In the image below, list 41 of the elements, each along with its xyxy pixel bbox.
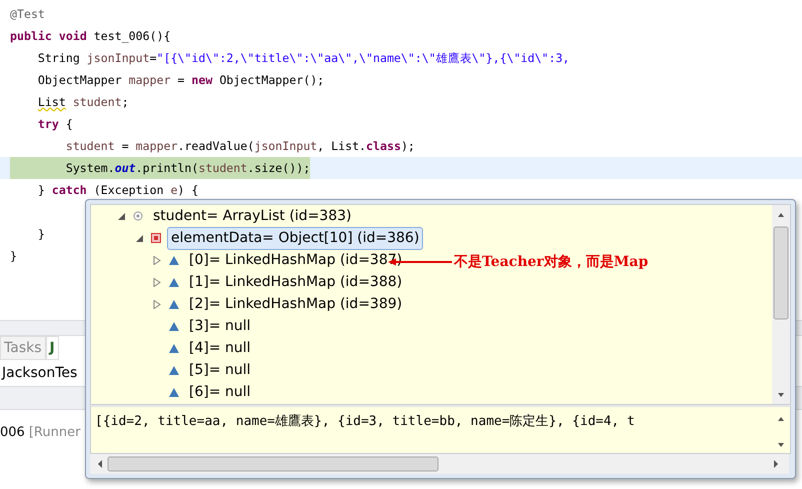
test-name: JacksonTes xyxy=(0,364,78,382)
triangle-icon xyxy=(169,322,179,330)
detail-text: [{id=2, title=aa, name=雄鷹表}, {id=3, title=bb, name=陈定生}, {id=4, t xyxy=(94,413,636,431)
code-line: } catch (Exception e) { xyxy=(36,182,198,199)
code-line: @Test xyxy=(10,6,45,23)
expand-icon[interactable] xyxy=(153,300,162,308)
triangle-icon xyxy=(169,344,179,352)
triangle-icon xyxy=(169,366,179,374)
horizontal-scrollbar[interactable] xyxy=(90,454,789,474)
triangle-icon xyxy=(169,278,179,286)
code-line: } xyxy=(36,226,45,243)
variable-node[interactable]: [5]= null xyxy=(185,358,255,382)
code-line: ObjectMapper mapper = new ObjectMapper(); xyxy=(36,72,324,89)
vertical-scrollbar[interactable] xyxy=(772,205,790,404)
code-line: } xyxy=(10,248,17,265)
variable-node[interactable]: [3]= null xyxy=(185,314,255,338)
variable-node[interactable]: [4]= null xyxy=(185,336,255,360)
expand-icon[interactable] xyxy=(153,278,162,286)
expand-icon[interactable] xyxy=(153,256,162,264)
code-line: public void test_006(){ xyxy=(10,28,171,45)
variable-node[interactable]: [1]= LinkedHashMap (id=388) xyxy=(185,270,406,294)
triangle-icon xyxy=(169,256,179,264)
collapse-icon[interactable] xyxy=(117,212,126,220)
code-line: List student; xyxy=(36,94,129,111)
variable-node[interactable]: [2]= LinkedHashMap (id=389) xyxy=(185,292,406,316)
annotation-text: 不是Teacher对象，而是Map xyxy=(454,253,648,271)
code-line: student = mapper.readValue(jsonInput, List.class); xyxy=(64,138,415,155)
code-line: String jsonInput="[{\"id\":2,\"title\":\"aa\",\"name\":\"雄鷹表\"},{\"id\":3, xyxy=(36,50,570,67)
view-tab[interactable]: J xyxy=(46,336,59,360)
variable-node[interactable]: [0]= LinkedHashMap (id=387) xyxy=(185,248,406,272)
local-variable-icon xyxy=(133,211,143,221)
collapse-icon[interactable] xyxy=(135,234,144,242)
triangle-icon xyxy=(169,300,179,308)
triangle-icon xyxy=(169,388,179,396)
console-name: 006 xyxy=(0,424,25,442)
private-field-icon xyxy=(151,233,161,243)
variable-node[interactable]: elementData= Object[10] (id=386) xyxy=(167,226,424,250)
variable-node[interactable]: [6]= null xyxy=(185,380,255,404)
variable-node[interactable]: student= ArrayList (id=383) xyxy=(149,205,356,228)
code-line: try { xyxy=(36,116,73,133)
console-detail: [Runner xyxy=(28,424,80,442)
